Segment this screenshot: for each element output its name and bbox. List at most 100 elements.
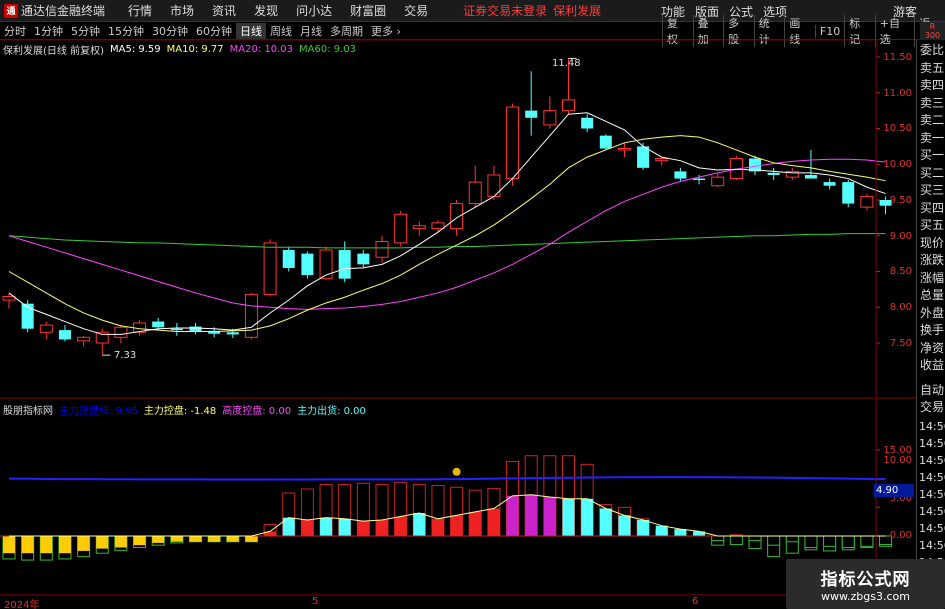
- quote-label: 买三: [920, 183, 945, 197]
- indicator-fill-bar: [338, 518, 351, 536]
- indicator-gaodu-label: 高度控盘: 0.00: [222, 406, 292, 417]
- candle-body-up: [77, 336, 91, 342]
- y-tick-main: 9.00: [889, 231, 912, 242]
- indicator-fill-bar: [376, 519, 388, 536]
- indicator-fill-bar: [487, 508, 500, 536]
- watermark-url: www.zbgs3.com: [821, 590, 910, 603]
- y-tick-main: 11.50: [883, 52, 912, 63]
- indicator-fill-bar-neg: [208, 536, 221, 542]
- indicator-name: 股朋指标网: [3, 406, 53, 417]
- quote-label: 卖二: [920, 113, 945, 127]
- indicator-fill-bar-neg: [785, 535, 799, 543]
- indicator-fill-bar: [431, 518, 444, 536]
- quote-label: 收益: [920, 358, 945, 372]
- indicator-fill-bar: [320, 517, 333, 536]
- site-watermark: 指标公式网 www.zbgs3.com: [786, 559, 945, 609]
- indicator-fill-bar-neg: [245, 536, 258, 542]
- candle-body-up: [543, 110, 557, 126]
- indicator-fill-bar: [618, 515, 631, 536]
- indicator-fill-bar: [599, 508, 612, 536]
- quote-time: 14:56: [919, 454, 945, 467]
- indicator-fill-bar-neg: [841, 535, 855, 548]
- y-tick-main: 10.00: [883, 159, 912, 170]
- indicator-fill-bar: [357, 521, 370, 536]
- x-label: 5: [312, 596, 319, 607]
- indicator-fill-bar-neg: [152, 536, 165, 543]
- candle-body-down: [693, 178, 706, 180]
- indicator-fill-bar: [394, 516, 407, 536]
- indicator-fill-bar-neg: [767, 535, 781, 546]
- y-tick-main: 11.00: [883, 88, 912, 99]
- quote-label: 涨幅: [920, 270, 945, 285]
- quote-label: 卖三: [920, 95, 945, 110]
- indicator-line-label: 主力控盘线: 9.95: [59, 406, 138, 417]
- y-tick-main: 9.50: [889, 195, 912, 206]
- y-tick-main: 8.00: [889, 302, 912, 313]
- candle-body-up: [114, 326, 128, 338]
- quote-label: 现价: [920, 235, 945, 250]
- low-price-label: 7.33: [114, 350, 137, 361]
- candle-body-up: [263, 242, 277, 295]
- candle-body-down: [674, 171, 687, 179]
- quote-lower-label[interactable]: 自动: [920, 382, 944, 398]
- indicator-fill-bar-neg: [170, 536, 183, 542]
- candle-body-up: [655, 158, 669, 162]
- indicator-fill-bar: [581, 498, 594, 536]
- indicator-fill-bar: [506, 495, 519, 536]
- charts-canvas[interactable]: [0, 0, 945, 609]
- indicator-kongpan-label: 主力控盘: -1.48: [143, 406, 217, 417]
- trading-terminal: 通 通达信金融终端 行情 市场 资讯 发现 问小达 财富圈 交易 证券交易未登录…: [0, 0, 945, 609]
- ma5-line: [8, 112, 886, 335]
- high-price-label: 11.48: [552, 58, 581, 69]
- indicator-fill-bar: [525, 494, 538, 536]
- candle-body-down: [357, 253, 370, 265]
- candle-body-down: [767, 172, 780, 175]
- indicator-fill-bar-neg: [58, 536, 71, 554]
- quote-label: 外盘: [920, 305, 945, 320]
- candle-body-up: [468, 181, 482, 205]
- indicator-fill-bar-neg: [748, 535, 762, 542]
- candle-body-up: [487, 174, 501, 197]
- indicator-fill-bar: [543, 497, 556, 536]
- x-label: 6: [692, 596, 699, 607]
- y-tick-main: 7.50: [889, 338, 912, 349]
- y-tick-main: 10.50: [883, 123, 912, 134]
- candle-body-down: [189, 326, 202, 332]
- candle-body-down: [282, 250, 295, 268]
- x-label: 2024年: [4, 600, 40, 609]
- indicator-fill-bar-neg: [189, 536, 202, 542]
- y-tick-sub: 0.00: [889, 530, 912, 541]
- quote-time: 14:56: [919, 505, 945, 518]
- candle-body-down: [58, 330, 71, 340]
- signal-marker-icon: [452, 467, 461, 476]
- candle-body-up: [412, 225, 426, 230]
- quote-label: 买四: [920, 200, 945, 215]
- indicator-fill-bar-neg: [3, 536, 15, 554]
- indicator-fill-bar-neg: [77, 536, 90, 551]
- candle-body-up: [2, 296, 16, 301]
- quote-label: 买五: [920, 218, 945, 232]
- candle-body-down: [804, 174, 817, 179]
- indicator-fill-bar: [674, 529, 687, 536]
- indicator-fill-bar-neg: [96, 536, 109, 549]
- quote-time: 14:56: [919, 437, 945, 450]
- quote-time: 14:56: [919, 420, 945, 433]
- indicator-fill-bar: [637, 519, 650, 536]
- quote-time: 14:56: [919, 539, 945, 552]
- indicator-fill-bar-neg: [729, 535, 743, 546]
- quote-label: 卖五: [920, 60, 945, 75]
- indicator-fill-bar: [562, 498, 575, 536]
- indicator-chart: [0, 449, 893, 561]
- quote-label: 委比: [920, 43, 945, 57]
- y-tick-main: 8.50: [889, 266, 912, 277]
- candle-body-down: [338, 250, 351, 279]
- indicator-fill-bar: [450, 515, 463, 536]
- candle-body-down: [842, 182, 855, 204]
- indicator-fill-bar-neg: [860, 535, 874, 547]
- quote-time: 14:56: [919, 522, 945, 535]
- indicator-fill-bar-neg: [40, 536, 53, 554]
- candle-body-down: [301, 253, 314, 276]
- candle-body-up: [562, 99, 575, 112]
- quote-lower-label[interactable]: 交易: [920, 399, 944, 415]
- indicator-fill-bar: [413, 513, 426, 536]
